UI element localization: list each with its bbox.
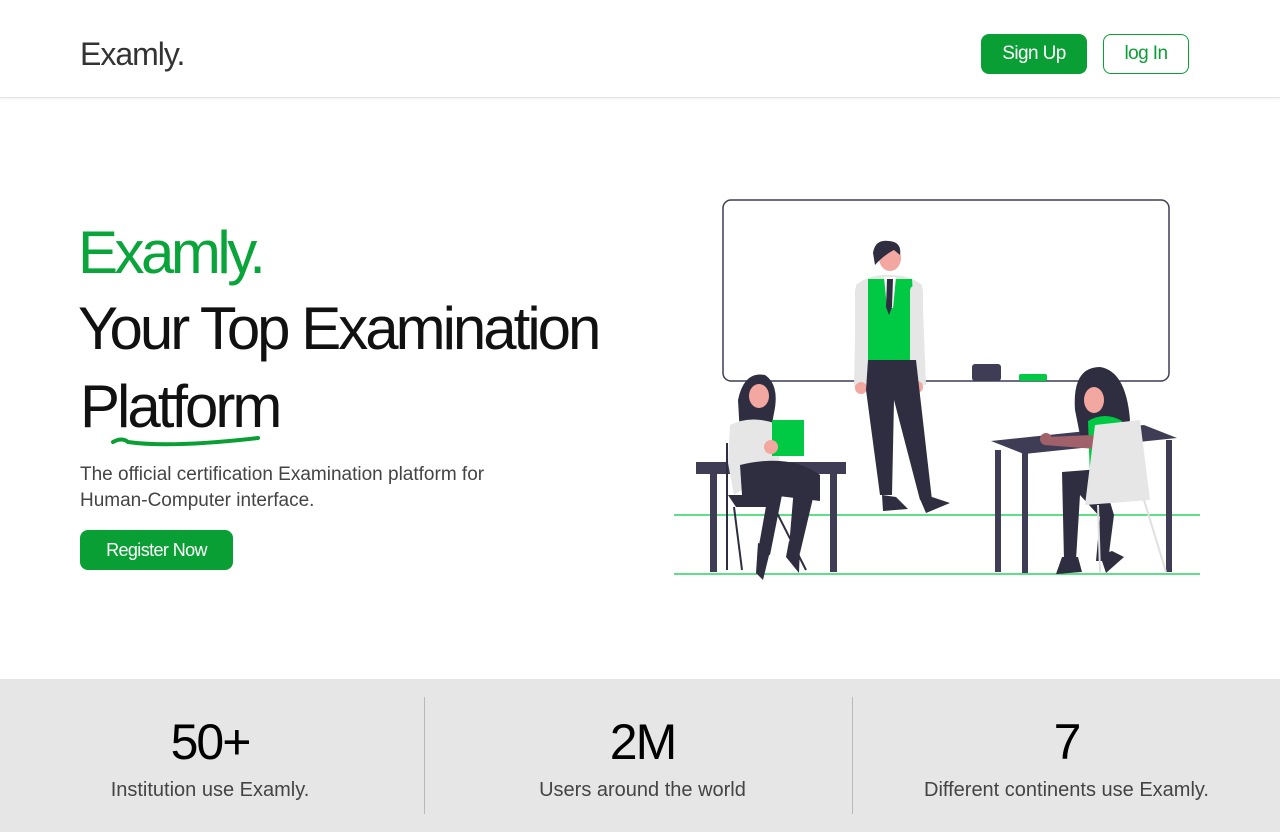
hero-brand: Examly. <box>78 219 266 286</box>
stat-users: 2M Users around the world <box>429 679 856 832</box>
header-logo[interactable]: Examly. <box>80 36 185 73</box>
stat-institutions: 50+ Institution use Examly. <box>0 679 420 832</box>
log-in-button[interactable]: log In <box>1103 34 1189 74</box>
title-underline-decoration <box>111 436 260 447</box>
hero-title-line1: Your Top Examination <box>78 295 601 362</box>
hero-title-line2: Platform <box>80 373 282 440</box>
sign-up-button[interactable]: Sign Up <box>981 34 1087 74</box>
register-now-button[interactable]: Register Now <box>80 530 233 570</box>
hero-description: The official certification Examination p… <box>80 464 485 511</box>
stat-divider <box>424 697 425 814</box>
site-header: Examly. Sign Up log In <box>0 0 1280 98</box>
stat-value: 7 <box>1053 714 1082 770</box>
stat-label: Users around the world <box>539 779 746 801</box>
stat-value: 50+ <box>170 714 252 770</box>
stat-label: Different continents use Examly. <box>924 779 1209 801</box>
stats-bar: 50+ Institution use Examly. 2M Users aro… <box>0 679 1280 832</box>
stat-continents: 7 Different continents use Examly. <box>853 679 1280 832</box>
stat-value: 2M <box>609 714 677 770</box>
stat-label: Institution use Examly. <box>110 779 310 801</box>
classroom-illustration <box>674 199 1200 580</box>
